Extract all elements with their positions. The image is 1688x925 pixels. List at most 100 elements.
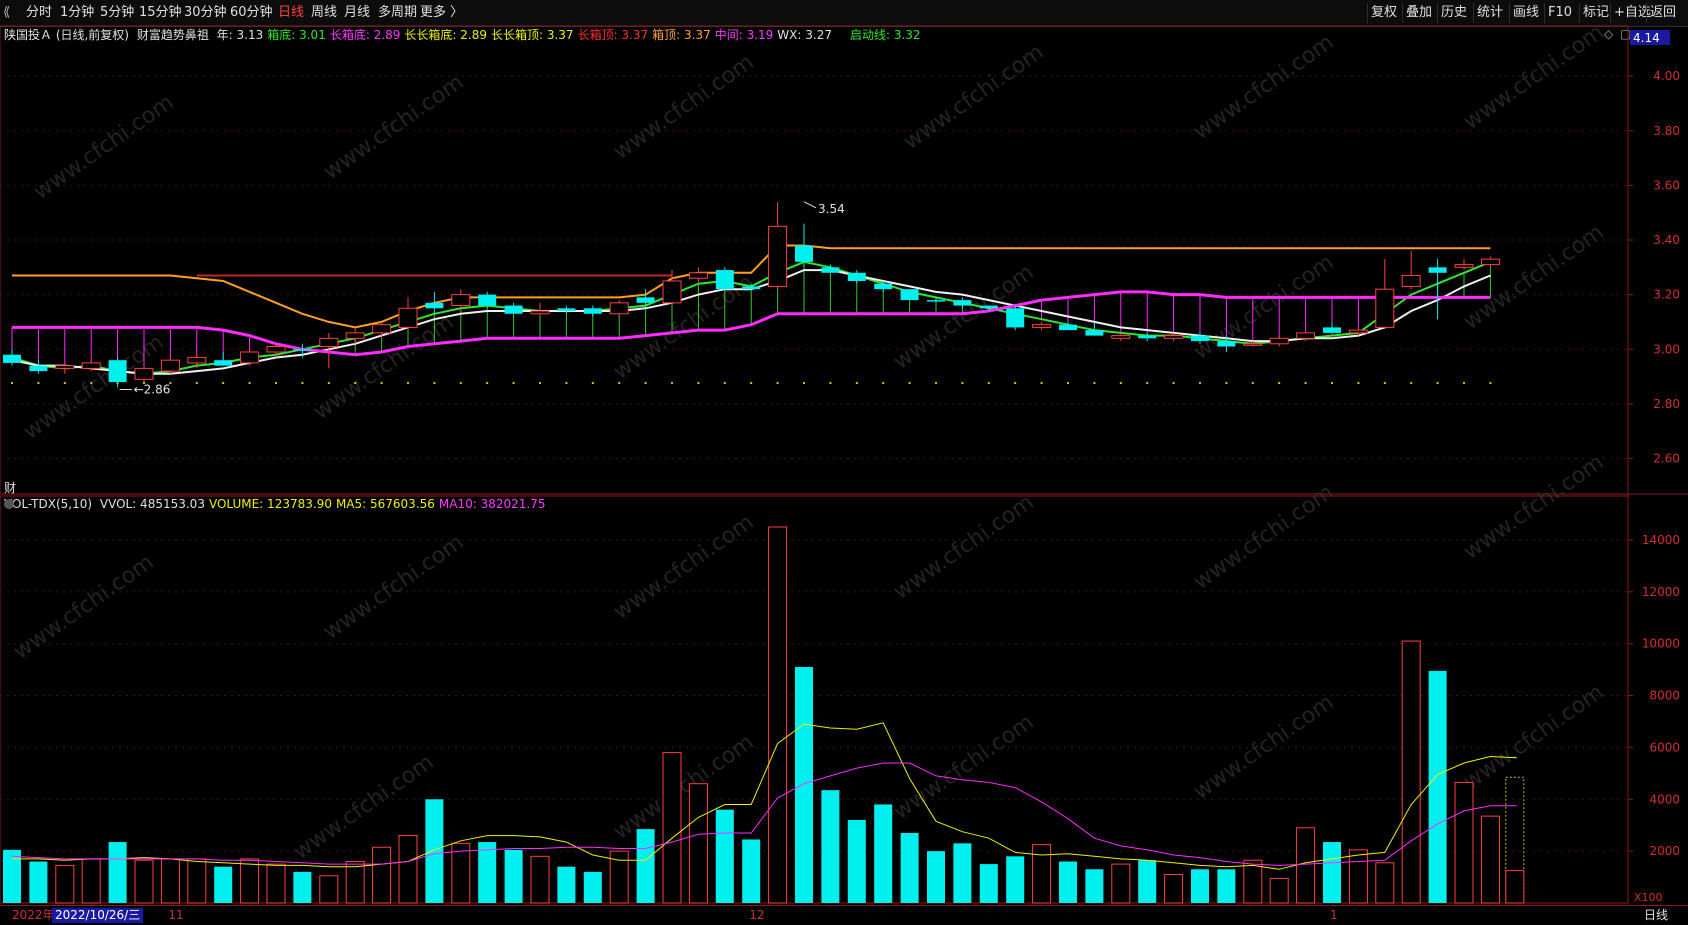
watermark-text: www.cfchi.com [1189, 30, 1338, 145]
price-tick-label: 3.60 [1653, 178, 1680, 192]
volume-bar [1375, 862, 1395, 904]
candle-body [160, 359, 180, 372]
signal-dot [327, 382, 330, 385]
volume-tick-label: 4000 [1649, 792, 1680, 806]
low-annotation: ←2.86 [134, 382, 171, 396]
candle-body [927, 300, 945, 302]
volume-tick-label: 10000 [1642, 637, 1680, 651]
candle-body [108, 360, 127, 383]
signal-dot [1357, 382, 1360, 385]
volume-bar [636, 829, 655, 903]
current-volume-bar [1505, 870, 1525, 904]
volume-tick-label: 12000 [1642, 585, 1680, 599]
signal-dot [882, 382, 885, 385]
volume-bar [1269, 877, 1289, 904]
volume-bar [160, 858, 180, 904]
candle-body [715, 270, 734, 290]
volume-bar [847, 820, 866, 903]
signal-dot [407, 382, 409, 385]
signal-dot [486, 382, 489, 385]
candle-body [742, 286, 761, 290]
candle-body [1428, 267, 1447, 273]
volume-bar [266, 863, 286, 904]
volume-bar [1191, 869, 1209, 903]
candle-body [1085, 330, 1104, 336]
watermark-text: www.cfchi.com [609, 510, 758, 625]
volume-bar [583, 871, 602, 903]
signal-dot [1093, 382, 1096, 385]
chart-canvas[interactable]: www.cfchi.com www.cfchi.com www.cfchi.com w… [0, 0, 1688, 905]
volume-bar [134, 859, 154, 904]
signal-dot [11, 382, 13, 385]
signal-dot [723, 382, 726, 385]
candle-body [530, 310, 550, 315]
candle-body [134, 367, 154, 380]
volume-ma-line [11, 762, 1517, 866]
candle-body [3, 354, 21, 363]
signal-dot [195, 382, 198, 385]
candle-body [662, 280, 682, 304]
watermark-text: www.cfchi.com [1459, 450, 1608, 565]
volume-bar [240, 858, 260, 904]
watermark-text: www.cfchi.com [1189, 480, 1338, 595]
signal-dot [90, 382, 93, 385]
candle-body [1164, 335, 1184, 339]
volume-bar [715, 809, 734, 903]
candle-body [1191, 335, 1209, 342]
volume-bar [1085, 869, 1104, 903]
signal-dot [1040, 382, 1043, 385]
volume-bar [688, 783, 708, 904]
price-tick-label: 3.20 [1653, 288, 1680, 302]
candle-body [187, 356, 207, 364]
signal-dot [1278, 382, 1281, 385]
candle-body [55, 365, 75, 369]
candle-body [1348, 329, 1368, 334]
candle-body [1006, 308, 1025, 328]
watermark-text: www.cfchi.com [319, 70, 468, 185]
volume-panel-frame [0, 495, 1629, 904]
signal-dot [1067, 382, 1069, 385]
signal-dot [618, 382, 621, 385]
annotation-pointer [803, 201, 817, 209]
signal-dot [908, 382, 911, 385]
candle-body [345, 332, 365, 339]
candle-body [795, 245, 813, 262]
volume-bar [557, 866, 576, 903]
watermark-text: www.cfchi.com [1459, 680, 1608, 795]
collapse-icon [4, 499, 14, 509]
signal-dot [1014, 382, 1017, 385]
candle-body [874, 283, 893, 290]
candle-body [688, 272, 708, 279]
watermark-text: www.cfchi.com [29, 90, 178, 205]
candle-body [504, 305, 523, 314]
watermark-text: www.cfchi.com [1189, 250, 1338, 365]
signal-dot [275, 382, 277, 385]
candle-body [214, 360, 233, 366]
candle-body [953, 300, 972, 306]
volume-bar [900, 832, 919, 903]
volume-bar [29, 861, 48, 903]
candle-body [372, 324, 392, 334]
volume-bar [742, 839, 761, 903]
volume-bar [319, 875, 339, 904]
volume-bar [81, 858, 101, 904]
signal-dot [1146, 382, 1149, 385]
price-tick-label: 3.00 [1653, 342, 1680, 356]
volume-bar [345, 861, 365, 904]
volume-bar [293, 871, 312, 903]
signal-dot [855, 382, 858, 385]
watermark-text: www.cfchi.com [899, 40, 1048, 155]
year-label: 2022年 [12, 908, 55, 922]
candle-body [81, 362, 101, 369]
volume-bar [1401, 640, 1421, 904]
signal-dot [37, 382, 40, 385]
volume-bar [530, 855, 550, 904]
candle-body [478, 294, 497, 306]
date-cursor-label: 2022/10/26/三 [52, 908, 144, 923]
candle-body [900, 289, 919, 301]
candle-body [266, 346, 286, 353]
candle-body [768, 225, 788, 287]
price-tick-label: 3.40 [1653, 233, 1680, 247]
candle-body [1111, 335, 1131, 339]
candle-body [1454, 264, 1474, 268]
